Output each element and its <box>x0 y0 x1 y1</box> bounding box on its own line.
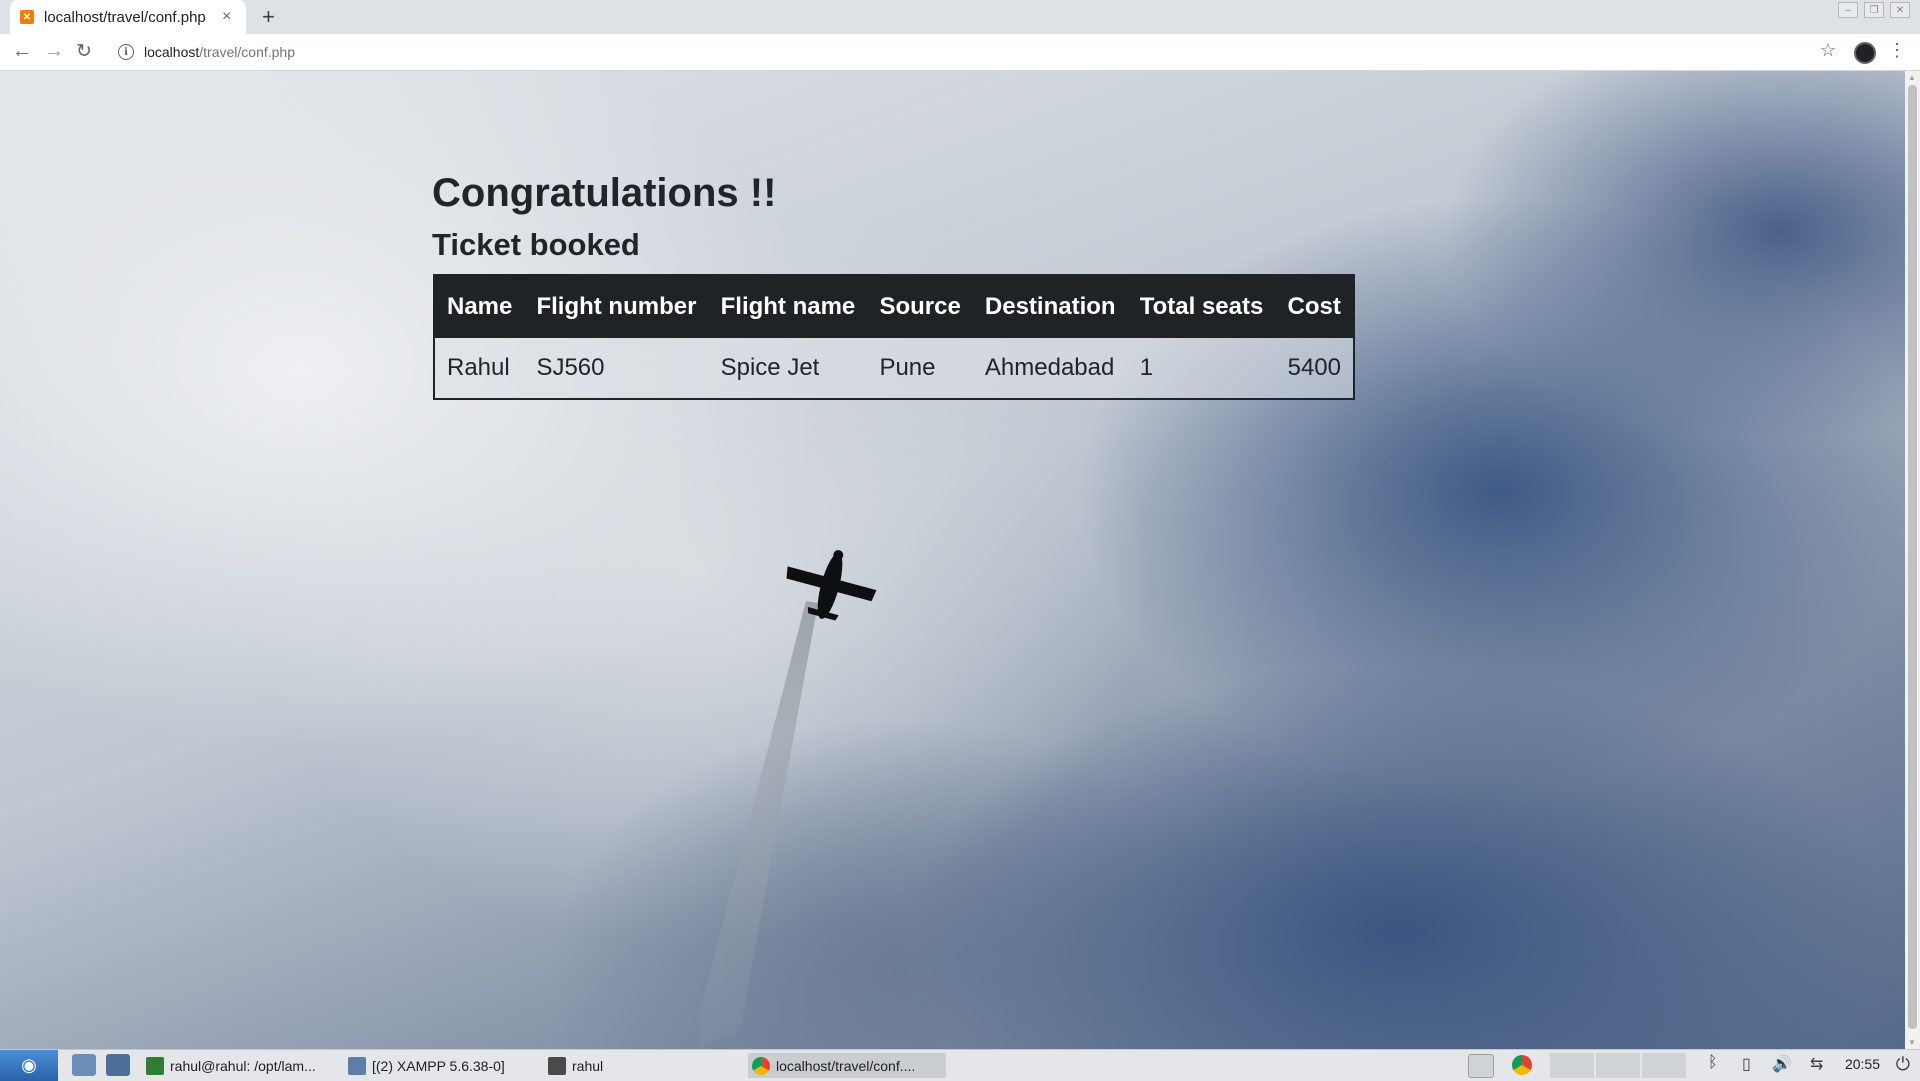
taskbar-item-label: rahul@rahul: /opt/lam... <box>170 1057 316 1074</box>
cell-flight-number: SJ560 <box>524 338 709 399</box>
forward-icon[interactable]: → <box>44 40 64 63</box>
cell-flight-name: Spice Jet <box>708 338 868 399</box>
power-icon[interactable]: ⏻ <box>1896 1054 1910 1075</box>
bluetooth-icon[interactable]: ᛒ <box>1708 1054 1718 1072</box>
airplane-background-image <box>700 550 877 1047</box>
browser-menu-icon[interactable]: ⋮ <box>1888 40 1906 61</box>
column-header-destination: Destination <box>972 275 1128 338</box>
taskbar-item-terminal[interactable]: rahul@rahul: /opt/lam... <box>146 1053 346 1078</box>
url-host: localhost <box>144 44 200 60</box>
reload-icon[interactable]: ↻ <box>76 40 92 63</box>
volume-icon[interactable]: 🔊 <box>1772 1054 1792 1074</box>
window-icon <box>348 1056 366 1075</box>
browser-tab[interactable]: ✕ localhost/travel/conf.php × <box>10 0 246 34</box>
address-url[interactable]: localhost/travel/conf.php <box>144 44 295 60</box>
close-window-icon[interactable]: ✕ <box>1890 2 1910 18</box>
browser-toolbar: ← → ↻ i localhost/travel/conf.php ☆ ⋮ <box>0 34 1920 71</box>
address-bar[interactable]: i localhost/travel/conf.php <box>112 39 1822 65</box>
cell-total-seats: 1 <box>1127 338 1276 399</box>
cell-name: Rahul <box>434 338 525 399</box>
minimize-icon[interactable]: – <box>1838 2 1858 18</box>
column-header-flight-number: Flight number <box>524 275 709 338</box>
workspace-1[interactable] <box>1550 1053 1594 1078</box>
network-app-icon[interactable] <box>106 1054 130 1076</box>
clock: 20:55 <box>1844 1056 1880 1072</box>
column-header-total-seats: Total seats <box>1127 275 1276 338</box>
taskbar: ◉ rahul@rahul: /opt/lam... [(2) XAMPP 5.… <box>0 1049 1920 1081</box>
scroll-down-icon[interactable]: ▼ <box>1908 1038 1916 1047</box>
taskbar-item-label: rahul <box>572 1057 604 1074</box>
cell-cost: 5400 <box>1275 338 1354 399</box>
show-desktop-icon[interactable] <box>72 1054 96 1076</box>
cell-destination: Ahmedabad <box>972 338 1128 399</box>
bookmark-star-icon[interactable]: ☆ <box>1820 40 1836 61</box>
taskbar-item-label: localhost/travel/conf.... <box>776 1057 916 1074</box>
new-tab-button[interactable]: + <box>262 4 275 30</box>
info-icon[interactable]: i <box>118 44 134 60</box>
column-header-name: Name <box>434 275 525 338</box>
window-list-icon[interactable] <box>1468 1054 1494 1078</box>
start-menu-icon[interactable]: ◉ <box>0 1050 58 1081</box>
terminal-icon <box>146 1056 164 1075</box>
tab-strip: ✕ localhost/travel/conf.php × + – ❐ ✕ <box>0 0 1920 34</box>
booking-table: Name Flight number Flight name Source De… <box>433 274 1355 400</box>
url-path: /travel/conf.php <box>199 44 295 60</box>
taskbar-item-label: [(2) XAMPP 5.6.38-0] <box>372 1057 505 1074</box>
page-title: Congratulations !! <box>432 171 777 215</box>
column-header-cost: Cost <box>1275 275 1354 338</box>
back-icon[interactable]: ← <box>12 40 32 63</box>
cell-source: Pune <box>867 338 973 399</box>
chrome-tray-icon[interactable] <box>1512 1055 1532 1075</box>
table-row: Rahul SJ560 Spice Jet Pune Ahmedabad 1 5… <box>434 338 1354 399</box>
column-header-source: Source <box>867 275 973 338</box>
page-viewport: Congratulations !! Ticket booked Name Fl… <box>0 71 1905 1049</box>
close-tab-icon[interactable]: × <box>222 8 231 26</box>
table-header-row: Name Flight number Flight name Source De… <box>434 275 1354 338</box>
folder-icon <box>548 1056 566 1075</box>
xampp-icon: ✕ <box>20 10 34 24</box>
scroll-up-icon[interactable]: ▲ <box>1908 73 1916 82</box>
taskbar-item-folder[interactable]: rahul <box>548 1053 638 1078</box>
network-icon[interactable]: ⇆ <box>1810 1054 1823 1074</box>
workspace-2[interactable] <box>1596 1053 1640 1078</box>
tab-title: localhost/travel/conf.php <box>44 8 206 26</box>
profile-avatar-icon[interactable] <box>1854 42 1876 64</box>
workspace-3[interactable] <box>1642 1053 1686 1078</box>
window-controls: – ❐ ✕ <box>1838 2 1910 18</box>
maximize-icon[interactable]: ❐ <box>1864 2 1884 18</box>
taskbar-item-chrome[interactable]: localhost/travel/conf.... <box>748 1053 946 1078</box>
page-subtitle: Ticket booked <box>432 227 640 262</box>
column-header-flight-name: Flight name <box>708 275 868 338</box>
vertical-scrollbar[interactable]: ▲ ▼ <box>1905 71 1920 1049</box>
taskbar-item-xampp[interactable]: [(2) XAMPP 5.6.38-0] <box>348 1053 508 1078</box>
scrollbar-thumb[interactable] <box>1908 85 1917 1029</box>
chrome-icon <box>752 1056 770 1075</box>
battery-icon[interactable]: ▯ <box>1742 1054 1751 1074</box>
